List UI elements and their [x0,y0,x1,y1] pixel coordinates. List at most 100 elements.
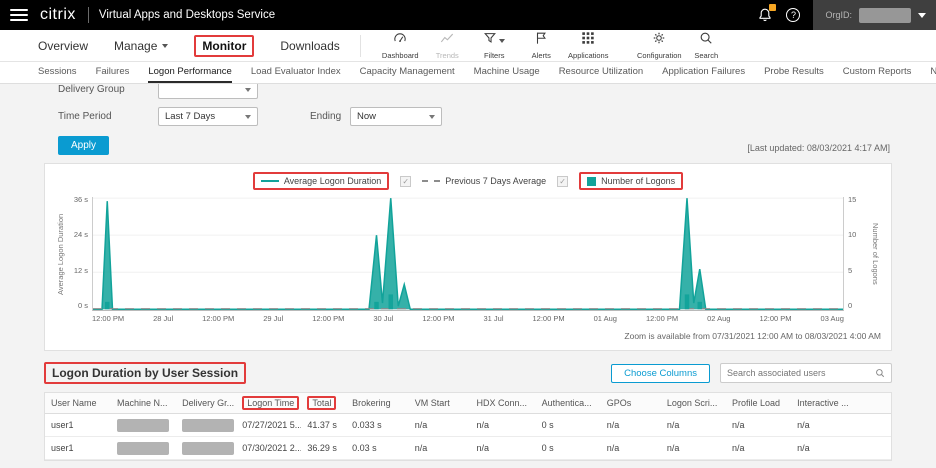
tab-network[interactable]: Network [930,62,936,83]
logon-performance-chart-card: Average Logon Duration ✓ Previous 7 Days… [44,163,892,351]
y-tick: 0 [848,302,866,310]
y-tick: 36 s [70,196,88,204]
tool-label: Alerts [532,51,551,60]
line-swatch-icon [261,180,279,182]
x-tick: 02 Aug [707,314,730,323]
annotated-header-label: Total [307,396,336,410]
tab-capacity-management[interactable]: Capacity Management [360,62,455,83]
filter-panel: Delivery Group Time Period Last 7 Days E… [44,84,892,155]
column-header-authentica[interactable]: Authentica... [536,396,601,410]
column-header-delivery-gr[interactable]: Delivery Gr... [176,396,236,410]
main-nav: Overview Manage Monitor Downloads Dashbo… [0,30,936,62]
table-cell: n/a [661,418,726,432]
table-cell [176,440,236,457]
time-period-select[interactable]: Last 7 Days [158,107,258,126]
annotated-header-label: Logon Time [242,396,299,410]
table-row[interactable]: user107/30/2021 2...36.29 s0.03 sn/an/a0… [45,437,891,460]
time-period-label: Time Period [58,111,158,122]
y-tick: 24 s [70,231,88,239]
table-cell [111,440,176,457]
delivery-group-row-clipped: Delivery Group [44,84,892,99]
search-icon[interactable] [875,368,885,378]
apply-button[interactable]: Apply [58,136,109,155]
nav-monitor[interactable]: Monitor [194,35,254,57]
nav-downloads[interactable]: Downloads [280,39,339,53]
chevron-down-icon [245,88,251,92]
tab-application-failures[interactable]: Application Failures [662,62,745,83]
tab-custom-reports[interactable]: Custom Reports [843,62,912,83]
tab-sessions[interactable]: Sessions [38,62,77,83]
ending-select[interactable]: Now [350,107,442,126]
chevron-down-icon [918,13,926,18]
tool-trends: Trends [424,31,471,60]
table-cell: n/a [601,441,661,455]
search-associated-users-box [720,363,892,383]
y-tick: 12 s [70,267,88,275]
x-tick: 12:00 PM [646,314,678,323]
nav-manage-label: Manage [114,39,157,53]
column-header-logon-time[interactable]: Logon Time [236,394,301,412]
nav-overview[interactable]: Overview [38,39,88,53]
tool-label: Configuration [637,51,682,60]
tab-logon-performance[interactable]: Logon Performance [148,62,231,83]
redacted-value [182,419,234,432]
notifications-bell-icon[interactable] [757,7,773,23]
column-header-vm-start[interactable]: VM Start [409,396,471,410]
column-header-logon-scri[interactable]: Logon Scri... [661,396,726,410]
org-id-box[interactable]: OrgID: [813,0,936,30]
legend-number-of-logons[interactable]: Number of Logons [579,172,683,190]
tool-dashboard[interactable]: Dashboard [377,31,424,60]
tool-label: Search [694,51,718,60]
tab-machine-usage[interactable]: Machine Usage [474,62,540,83]
delivery-group-select[interactable] [158,84,258,99]
redacted-value [182,442,234,455]
x-tick: 12:00 PM [312,314,344,323]
tool-filters[interactable]: Filters [471,31,518,60]
content-area: Delivery Group Time Period Last 7 Days E… [0,84,936,468]
tool-applications[interactable]: Applications [565,31,612,60]
number-of-logons-checkbox[interactable]: ✓ [557,176,568,187]
table-cell [176,417,236,434]
chevron-down-icon [429,115,435,119]
trends-icon [440,31,454,50]
table-row[interactable]: user107/27/2021 5...41.37 s0.033 sn/an/a… [45,414,891,437]
table-cell: 0 s [536,441,601,455]
hamburger-menu-icon[interactable] [10,9,28,21]
choose-columns-button[interactable]: Choose Columns [611,364,710,383]
table-cell: 0.03 s [346,441,409,455]
table-cell: n/a [471,441,536,455]
chart-plot-area[interactable] [92,197,844,311]
tab-resource-utilization[interactable]: Resource Utilization [559,62,643,83]
table-cell: 07/30/2021 2... [236,441,301,455]
product-title: Virtual Apps and Desktops Service [99,9,275,21]
y-tick: 5 [848,267,866,275]
column-header-machine-n[interactable]: Machine N... [111,396,176,410]
legend-previous-7-days-average[interactable]: Previous 7 Days Average [422,176,546,186]
tab-failures[interactable]: Failures [96,62,130,83]
search-input[interactable] [727,368,875,378]
nav-manage[interactable]: Manage [114,39,168,53]
table-cell: n/a [726,441,791,455]
tool-configuration[interactable]: Configuration [636,31,683,60]
tab-load-evaluator-index[interactable]: Load Evaluator Index [251,62,341,83]
column-header-brokering[interactable]: Brokering [346,396,409,410]
chevron-down-icon [245,115,251,119]
previous-average-checkbox[interactable]: ✓ [400,176,411,187]
column-header-interactive[interactable]: Interactive ... [791,396,891,410]
tool-alerts[interactable]: Alerts [518,31,565,60]
tab-probe-results[interactable]: Probe Results [764,62,824,83]
user-session-table: User NameMachine N...Delivery Gr... Logon… [44,392,892,461]
legend-label: Previous 7 Days Average [445,176,546,186]
column-header-profile-load[interactable]: Profile Load [726,396,791,410]
column-header-gpos[interactable]: GPOs [601,396,661,410]
subtab-list: Sessions Failures Logon Performance Load Ev… [38,62,936,83]
help-icon[interactable]: ? [786,8,800,22]
legend-average-logon-duration[interactable]: Average Logon Duration [253,172,389,190]
column-header-hdx-conn[interactable]: HDX Conn... [471,396,536,410]
tool-search[interactable]: Search [683,31,730,60]
tool-label: Trends [436,51,459,60]
zoom-availability-note: Zoom is available from 07/31/2021 12:00 … [55,331,881,341]
y-tick: 10 [848,231,866,239]
column-header-user-name[interactable]: User Name [45,396,111,410]
column-header-total[interactable]: Total [301,394,346,412]
